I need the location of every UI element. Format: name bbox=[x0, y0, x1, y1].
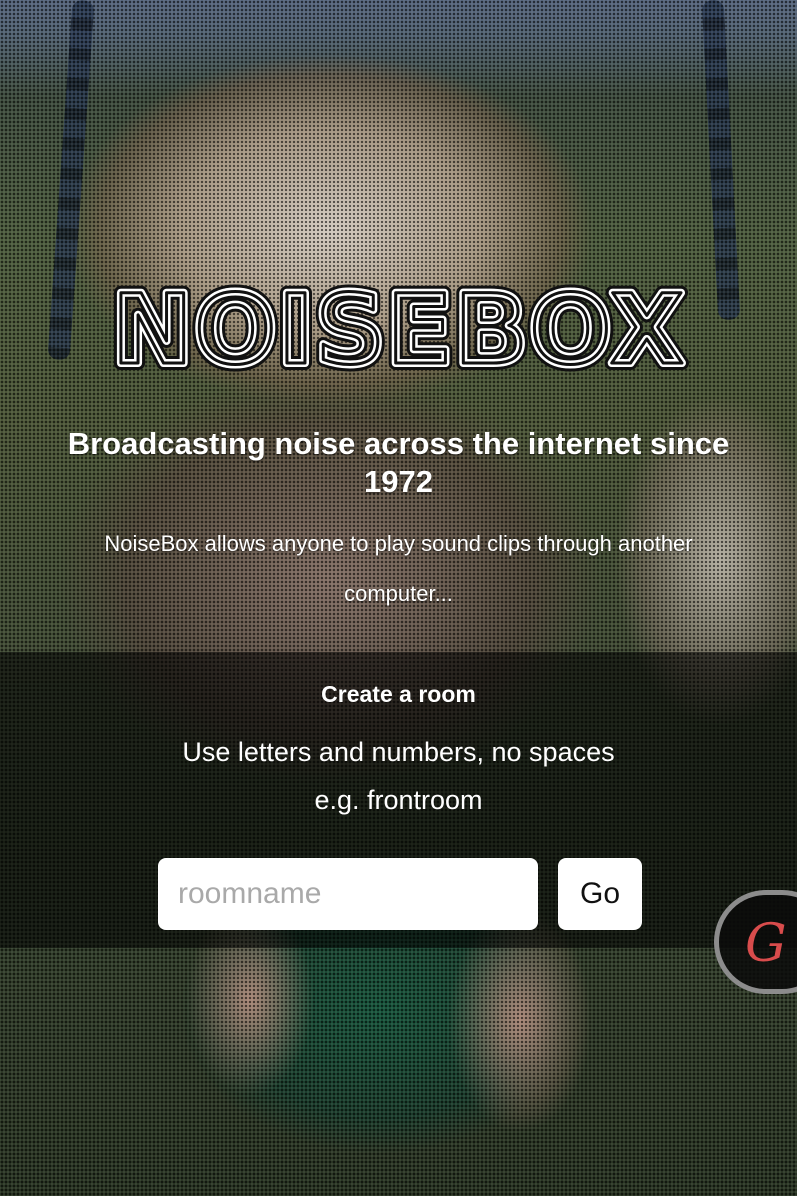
hint-rules: Use letters and numbers, no spaces bbox=[182, 737, 615, 767]
g-icon: G bbox=[745, 914, 787, 974]
room-name-hint: Use letters and numbers, no spaces e.g. … bbox=[0, 728, 797, 824]
swing-chain-right bbox=[701, 0, 741, 321]
create-room-panel: Create a room Use letters and numbers, n… bbox=[0, 652, 797, 948]
tagline: Broadcasting noise across the internet s… bbox=[67, 426, 730, 499]
go-button[interactable]: Go bbox=[558, 858, 642, 930]
create-room-form: Go bbox=[158, 858, 642, 930]
hint-example: e.g. frontroom bbox=[314, 785, 483, 815]
create-room-heading: Create a room bbox=[321, 681, 476, 707]
hero-section: NOISEBOX NOISEBOX NOISEBOX Broadcasting … bbox=[0, 275, 797, 619]
logo-stroke-inner: NOISEBOX bbox=[112, 275, 686, 385]
roomname-input[interactable] bbox=[158, 858, 538, 930]
intro-text: NoiseBox allows anyone to play sound cli… bbox=[104, 531, 693, 606]
noisebox-logo: NOISEBOX NOISEBOX NOISEBOX bbox=[105, 275, 691, 385]
